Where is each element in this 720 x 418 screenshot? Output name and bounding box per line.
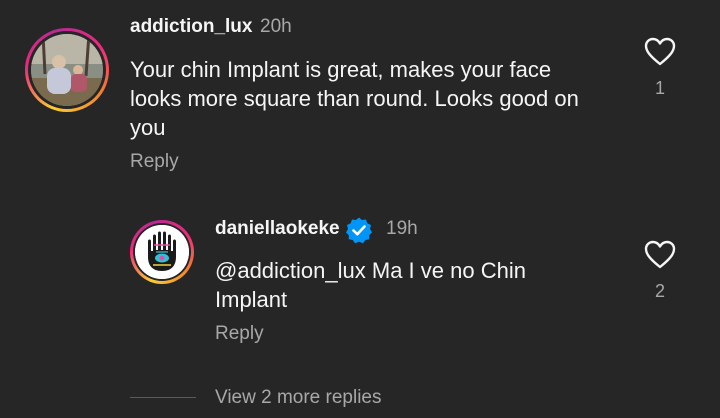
view-more-replies-button[interactable]: View 2 more replies <box>215 387 382 409</box>
verified-badge-icon <box>346 217 372 244</box>
comment-like-count: 1 <box>654 78 665 98</box>
user-photo-icon <box>31 34 103 106</box>
hamsa-hand-icon <box>135 225 189 279</box>
view-more-divider <box>130 397 196 398</box>
reply-like-heart-icon[interactable] <box>644 240 676 270</box>
reply-text: @addiction_lux Ma I ve no Chin Implant <box>215 258 526 312</box>
comment-reply-button[interactable]: Reply <box>130 151 179 173</box>
commenter-username[interactable]: addiction_lux <box>130 16 252 38</box>
commenter-avatar[interactable] <box>25 28 109 112</box>
comment-text: Your chin Implant is great, makes your f… <box>130 57 579 140</box>
reply-avatar[interactable] <box>130 220 194 284</box>
comment-timestamp: 20h <box>260 16 292 37</box>
reply-like-count: 2 <box>654 281 665 301</box>
reply-timestamp: 19h <box>386 218 418 239</box>
comment-like-heart-icon[interactable] <box>644 37 676 67</box>
reply-reply-button[interactable]: Reply <box>215 323 264 345</box>
replier-username[interactable]: daniellaokeke <box>215 218 340 240</box>
